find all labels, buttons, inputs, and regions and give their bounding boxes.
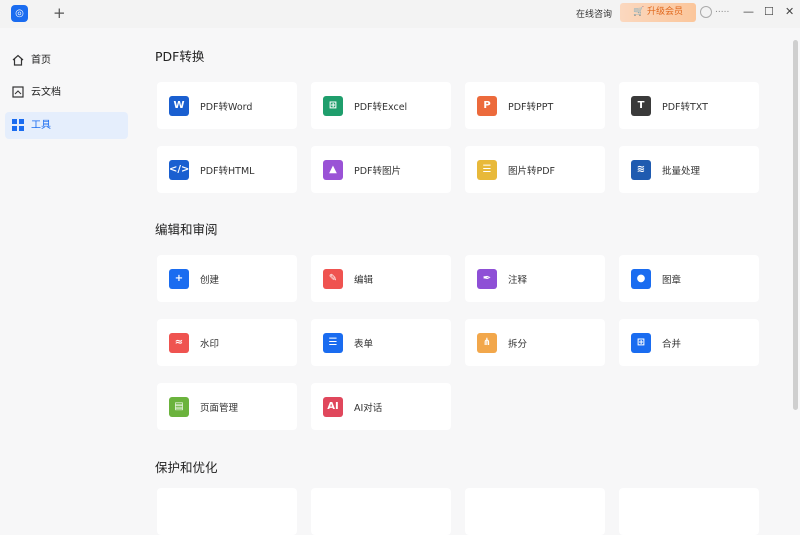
tool-card[interactable]: ≋ 批量处理 [619,146,759,193]
close-button[interactable]: ✕ [785,5,794,18]
tool-label: PDF转TXT [662,101,708,113]
tool-icon: ⊞ [323,95,343,116]
tool-icon: + [169,268,189,289]
upgrade-label: 升级会员 [647,7,684,17]
sidebar-item-label: 云文档 [31,87,61,98]
tool-card[interactable]: W PDF转Word [157,82,297,129]
new-tab-button[interactable]: + [53,4,66,22]
tool-card[interactable]: P PDF转PPT [465,82,605,129]
tool-icon: ● [631,268,651,289]
avatar [700,6,712,18]
cart-icon: 🛒 [632,7,648,17]
tool-card[interactable]: ≈ 水印 [157,319,297,366]
upgrade-member-button[interactable]: 🛒 升级会员 [620,3,696,22]
tool-card[interactable] [311,488,451,535]
tool-label: 创建 [200,274,220,286]
tool-card[interactable]: ⊞ 合并 [619,319,759,366]
cloud-doc-icon [12,86,24,98]
tool-icon: ⊞ [631,332,651,353]
tool-card[interactable]: ▤ 页面管理 [157,383,297,430]
tool-card[interactable]: ☰ 表单 [311,319,451,366]
tool-label: 页面管理 [200,402,239,414]
tool-card[interactable] [465,488,605,535]
user-account[interactable]: ····· [700,6,729,18]
tool-label: PDF转HTML [200,165,255,177]
tool-label: AI对话 [354,402,383,414]
tool-card[interactable]: + 创建 [157,255,297,302]
online-consult-link[interactable]: 在线咨询 [576,7,612,20]
title-bar: ◎ + 在线咨询 🛒 升级会员 ····· — ☐ ✕ [0,0,800,28]
tool-icon: T [631,95,651,116]
tool-icon: P [477,95,497,116]
scrollbar[interactable] [793,40,798,410]
maximize-button[interactable]: ☐ [764,5,774,18]
tool-icon: ≈ [169,332,189,353]
tool-card[interactable]: T PDF转TXT [619,82,759,129]
tool-label: 表单 [354,338,374,350]
sidebar-item-home[interactable]: 首页 [5,47,128,74]
section-title: 保护和优化 [155,460,218,475]
tool-label: 水印 [200,338,220,350]
tool-card[interactable] [157,488,297,535]
sidebar: 首页 云文档 工具 [0,28,136,502]
tool-card[interactable]: ▲ PDF转图片 [311,146,451,193]
minimize-button[interactable]: — [743,5,754,18]
user-name: ····· [715,7,730,18]
tools-panel: PDF转换 W PDF转Word ⊞ PDF转Excel P PDF转PPT T PDF转TXT… [136,28,791,535]
app-logo-icon: ◎ [11,5,28,22]
home-icon [12,54,24,66]
tool-label: 合并 [662,338,682,350]
tool-icon: ≋ [631,159,651,180]
sidebar-item-tools[interactable]: 工具 [5,112,128,139]
sidebar-item-cloud-docs[interactable]: 云文档 [5,79,128,106]
tool-card[interactable]: ✒ 注释 [465,255,605,302]
tool-label: 图片转PDF [508,165,556,177]
tool-card[interactable] [619,488,759,535]
tool-card[interactable]: AI AI对话 [311,383,451,430]
tool-icon: W [169,95,189,116]
tool-label: PDF转PPT [508,101,554,113]
tool-icon: ✎ [323,268,343,289]
section-title: PDF转换 [155,49,205,64]
tool-icon: ✒ [477,268,497,289]
section-title: 编辑和审阅 [155,222,218,237]
tool-icon: ▤ [169,396,189,417]
tools-icon [12,119,24,131]
tool-card[interactable]: ● 图章 [619,255,759,302]
tool-card[interactable]: ✎ 编辑 [311,255,451,302]
tool-label: 图章 [662,274,682,286]
tool-card[interactable]: </> PDF转HTML [157,146,297,193]
tool-label: 注释 [508,274,528,286]
tool-label: PDF转Word [200,101,253,113]
tool-card[interactable]: ⊞ PDF转Excel [311,82,451,129]
tool-icon: AI [323,396,343,417]
tool-icon: </> [169,159,189,180]
sidebar-item-label: 工具 [31,120,51,131]
tool-icon: ☰ [477,159,497,180]
tool-icon: ⋔ [477,332,497,353]
tool-card[interactable]: ⋔ 拆分 [465,319,605,366]
tool-icon: ☰ [323,332,343,353]
tool-label: 拆分 [508,338,528,350]
tool-label: PDF转Excel [354,101,408,113]
tool-label: 编辑 [354,274,374,286]
tool-label: PDF转图片 [354,165,402,177]
sidebar-item-label: 首页 [31,55,51,66]
tool-card[interactable]: ☰ 图片转PDF [465,146,605,193]
tool-icon: ▲ [323,159,343,180]
tool-label: 批量处理 [662,165,701,177]
